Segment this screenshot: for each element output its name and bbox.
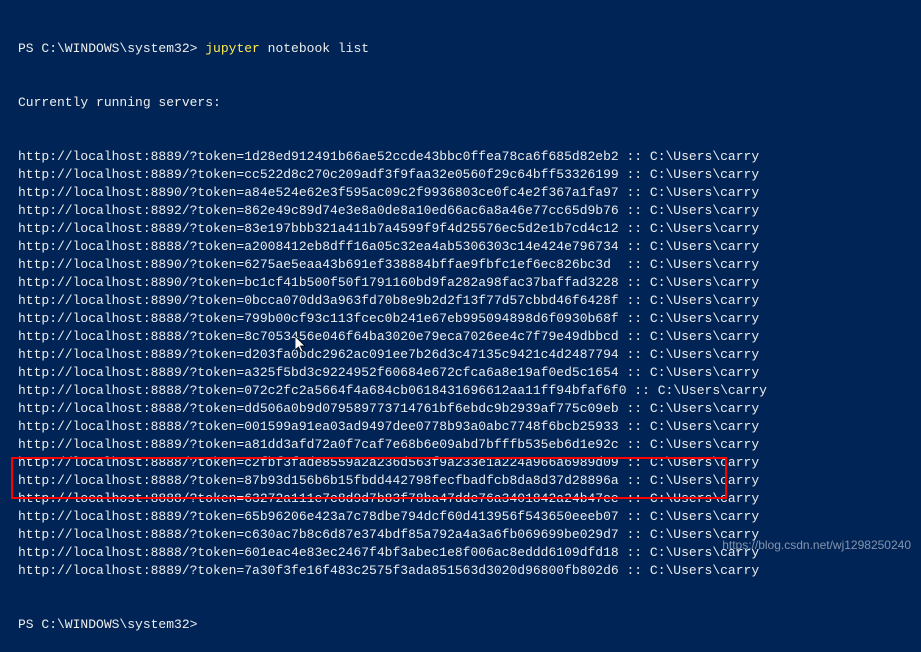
server-line: http://localhost:8888/?token=a2008412eb8… — [18, 238, 921, 256]
server-line: http://localhost:8889/?token=d203fa0bdc2… — [18, 346, 921, 364]
server-line: http://localhost:8889/?token=65b96206e42… — [18, 508, 921, 526]
server-line: http://localhost:8890/?token=bc1cf41b500… — [18, 274, 921, 292]
server-line: http://localhost:8888/?token=072c2fc2a56… — [18, 382, 921, 400]
server-line: http://localhost:8888/?token=c2fbf3fade8… — [18, 454, 921, 472]
server-line: http://localhost:8888/?token=dd506a0b9d0… — [18, 400, 921, 418]
server-line: http://localhost:8890/?token=6275ae5eaa4… — [18, 256, 921, 274]
command-args: notebook list — [260, 41, 369, 56]
server-line: http://localhost:8889/?token=a325f5bd3c9… — [18, 364, 921, 382]
server-line: http://localhost:8892/?token=862e49c89d7… — [18, 202, 921, 220]
server-line: http://localhost:8890/?token=0bcca070dd3… — [18, 292, 921, 310]
server-line: http://localhost:8888/?token=87b93d156b6… — [18, 472, 921, 490]
prompt-end[interactable]: PS C:\WINDOWS\system32> — [18, 616, 921, 634]
server-line: http://localhost:8889/?token=83e197bbb32… — [18, 220, 921, 238]
watermark-text: https://blog.csdn.net/wj1298250240 — [722, 538, 911, 552]
output-header: Currently running servers: — [18, 94, 921, 112]
server-line: http://localhost:8888/?token=001599a91ea… — [18, 418, 921, 436]
server-line: http://localhost:8888/?token=799b00cf93c… — [18, 310, 921, 328]
server-list: http://localhost:8889/?token=1d28ed91249… — [18, 148, 921, 580]
command-line: PS C:\WINDOWS\system32> jupyter notebook… — [18, 40, 921, 58]
prompt-prefix: PS C:\WINDOWS\system32> — [18, 41, 205, 56]
server-line: http://localhost:8889/?token=1d28ed91249… — [18, 148, 921, 166]
server-line: http://localhost:8888/?token=8c7053456e0… — [18, 328, 921, 346]
server-line: http://localhost:8889/?token=7a30f3fe16f… — [18, 562, 921, 580]
server-line: http://localhost:8889/?token=cc522d8c270… — [18, 166, 921, 184]
server-line: http://localhost:8888/?token=63272a111e7… — [18, 490, 921, 508]
command-name: jupyter — [205, 41, 260, 56]
server-line: http://localhost:8890/?token=a84e524e62e… — [18, 184, 921, 202]
terminal-window[interactable]: PS C:\WINDOWS\system32> jupyter notebook… — [0, 0, 921, 652]
server-line: http://localhost:8889/?token=a81dd3afd72… — [18, 436, 921, 454]
